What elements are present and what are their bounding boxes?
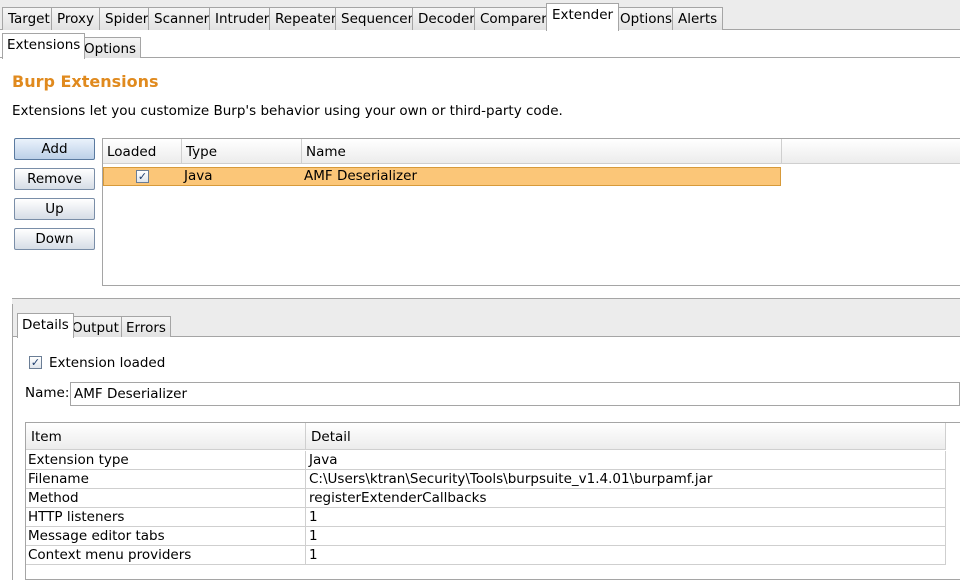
detail-cell: Java <box>306 451 946 470</box>
tab-comparer[interactable]: Comparer <box>474 7 553 30</box>
table-row[interactable]: HTTP listeners 1 <box>26 508 946 527</box>
tab-scanner[interactable]: Scanner <box>148 7 216 30</box>
extensions-table: Loaded Type Name ✓ Java AMF Deserializer <box>102 138 960 286</box>
item-cell: Filename <box>26 470 306 489</box>
tab-extender-options[interactable]: Options <box>79 37 142 58</box>
tab-options[interactable]: Options <box>614 7 679 30</box>
checkmark-icon[interactable]: ✓ <box>136 170 149 183</box>
detail-cell: 1 <box>306 546 946 565</box>
page-title: Burp Extensions <box>12 72 159 91</box>
table-row[interactable]: Context menu providers 1 <box>26 546 946 565</box>
column-header-loaded[interactable]: Loaded <box>103 139 182 164</box>
tab-proxy[interactable]: Proxy <box>51 7 100 30</box>
tab-alerts[interactable]: Alerts <box>672 7 724 30</box>
tab-sequencer[interactable]: Sequencer <box>335 7 420 30</box>
extender-sub-tab-bar: Extensions Options <box>0 31 960 59</box>
column-header-item[interactable]: Item <box>26 423 306 450</box>
tab-spider[interactable]: Spider <box>99 7 155 30</box>
detail-cell: 1 <box>306 508 946 527</box>
item-cell: HTTP listeners <box>26 508 306 527</box>
down-button[interactable]: Down <box>14 228 95 250</box>
detail-cell: registerExtenderCallbacks <box>306 489 946 508</box>
extension-type-cell: Java <box>184 168 213 184</box>
tab-extender[interactable]: Extender <box>546 3 620 31</box>
add-button[interactable]: Add <box>14 138 95 160</box>
detail-cell: C:\Users\ktran\Security\Tools\burpsuite_… <box>306 470 946 489</box>
table-row[interactable]: Extension type Java <box>26 451 946 470</box>
extension-loaded-checkbox[interactable]: ✓ <box>29 356 42 369</box>
remove-button[interactable]: Remove <box>14 168 95 190</box>
tab-target[interactable]: Target <box>2 7 56 30</box>
item-cell: Context menu providers <box>26 546 306 565</box>
column-header-filler <box>782 139 960 164</box>
tab-intruder[interactable]: Intruder <box>209 7 276 30</box>
table-row[interactable]: Method registerExtenderCallbacks <box>26 489 946 508</box>
column-header-type[interactable]: Type <box>182 139 302 164</box>
item-cell: Message editor tabs <box>26 527 306 546</box>
tab-output[interactable]: Output <box>67 316 124 337</box>
name-label: Name: <box>25 385 70 401</box>
tab-details[interactable]: Details <box>17 313 74 338</box>
column-header-detail[interactable]: Detail <box>306 423 946 450</box>
details-table: Item Detail Extension type Java Filename… <box>25 422 960 580</box>
main-tab-bar: Target Proxy Spider Scanner Intruder Rep… <box>0 0 960 31</box>
item-cell: Extension type <box>26 451 306 470</box>
column-header-name[interactable]: Name <box>302 139 782 164</box>
name-field[interactable]: AMF Deserializer <box>70 382 960 406</box>
table-row[interactable]: Filename C:\Users\ktran\Security\Tools\b… <box>26 470 946 489</box>
detail-tab-bar: Details Output Errors <box>13 304 960 338</box>
tab-decoder[interactable]: Decoder <box>412 7 481 30</box>
extension-name-cell: AMF Deserializer <box>304 168 417 184</box>
tab-extensions[interactable]: Extensions <box>2 33 86 59</box>
page-description: Extensions let you customize Burp's beha… <box>12 103 563 119</box>
extension-loaded-label: Extension loaded <box>49 355 166 371</box>
detail-cell: 1 <box>306 527 946 546</box>
tab-repeater[interactable]: Repeater <box>269 7 343 30</box>
table-row[interactable]: ✓ Java AMF Deserializer <box>103 167 781 186</box>
tab-errors[interactable]: Errors <box>121 316 171 337</box>
table-row[interactable]: Message editor tabs 1 <box>26 527 946 546</box>
item-cell: Method <box>26 489 306 508</box>
up-button[interactable]: Up <box>14 198 95 220</box>
